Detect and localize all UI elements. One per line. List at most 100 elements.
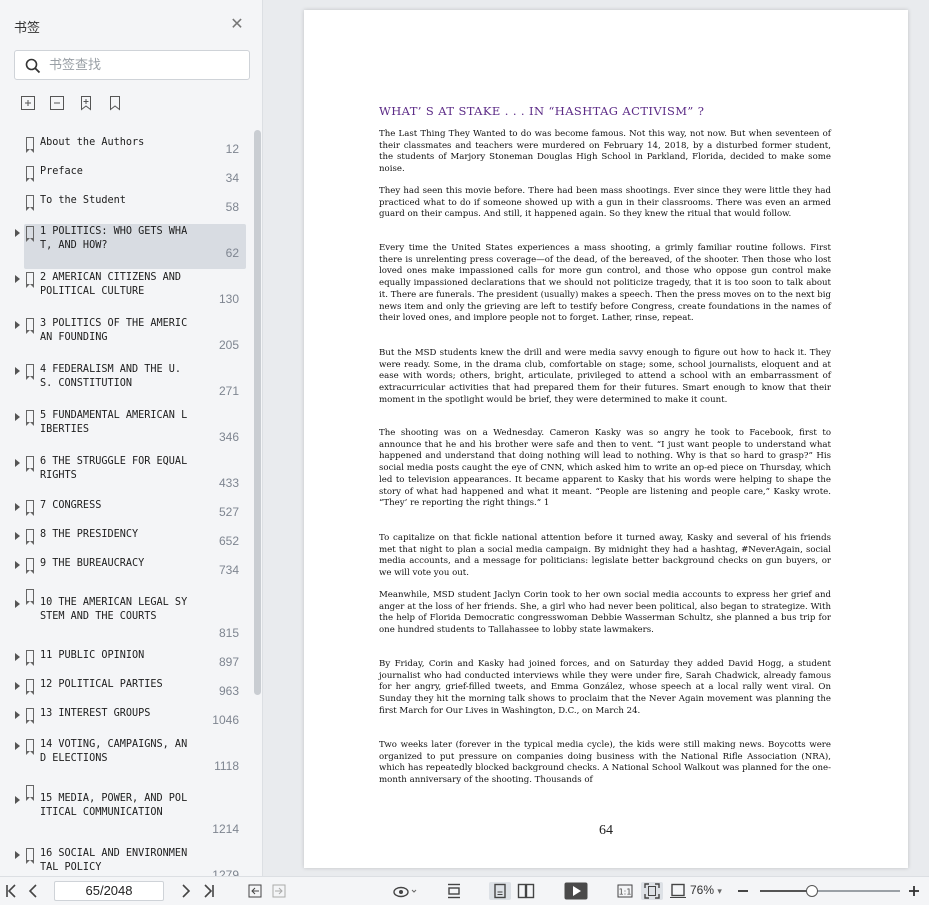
bookmark-label: 15 MEDIA, POWER, AND POLITICAL COMMUNICA…	[40, 793, 188, 818]
bookmark-flag-icon	[25, 318, 34, 334]
expand-arrow-icon[interactable]	[15, 600, 20, 608]
expand-arrow-icon[interactable]	[15, 711, 20, 719]
first-page-icon[interactable]	[3, 882, 19, 900]
bookmark-item[interactable]: 3 POLITICS OF THE AMERICAN FOUNDING 205	[0, 317, 252, 357]
two-page-view-icon[interactable]	[515, 882, 537, 900]
bookmark-page-number: 62	[225, 246, 239, 260]
bookmark-page-number: 1214	[212, 822, 239, 836]
bookmark-page-number: 734	[218, 563, 239, 577]
bookmark-item[interactable]: 6 THE STRUGGLE FOR EQUAL RIGHTS 433	[0, 455, 252, 495]
expand-arrow-icon[interactable]	[15, 459, 20, 467]
bookmark-label: 8 THE PRESIDENCY	[40, 529, 139, 540]
fit-width-icon[interactable]	[668, 882, 688, 900]
bookmark-item[interactable]: 2 AMERICAN CITIZENS AND POLITICAL CULTUR…	[0, 271, 252, 311]
bookmark-label: 3 POLITICS OF THE AMERICAN FOUNDING	[40, 318, 188, 343]
expand-arrow-icon[interactable]	[15, 229, 20, 237]
expand-arrow-icon[interactable]	[15, 851, 20, 859]
bookmark-page-number: 897	[218, 655, 239, 669]
bookmark-label: 4 FEDERALISM AND THE U.S. CONSTITUTION	[40, 364, 182, 389]
expand-arrow-icon[interactable]	[15, 275, 20, 283]
bookmark-flag-icon	[25, 500, 34, 516]
bookmark-label: 14 VOTING, CAMPAIGNS, AND ELECTIONS	[40, 739, 188, 764]
zoom-slider[interactable]	[760, 885, 900, 897]
bookmark-item[interactable]: 16 SOCIAL AND ENVIRONMENTAL POLICY 1279	[0, 847, 252, 876]
bookmark-label: 11 PUBLIC OPINION	[40, 650, 145, 661]
add-bookmark-icon[interactable]	[78, 95, 94, 111]
expand-arrow-icon[interactable]	[15, 742, 20, 750]
bookmark-flag-icon	[25, 166, 34, 182]
paragraph: The Last Thing They Wanted to do was bec…	[379, 129, 831, 175]
bookmark-page-number: 346	[218, 430, 239, 444]
bookmark-label: 7 CONGRESS	[40, 500, 102, 511]
bookmark-item[interactable]: 9 THE BUREAUCRACY 734	[0, 557, 252, 597]
prev-page-icon[interactable]	[25, 882, 41, 900]
bookmark-flag-icon	[25, 739, 34, 755]
bookmark-flag-icon	[25, 226, 34, 242]
bookmark-item[interactable]: 10 THE AMERICAN LEGAL SYSTEM AND THE COU…	[0, 589, 252, 640]
expand-arrow-icon[interactable]	[15, 796, 20, 804]
bookmark-flag-icon	[25, 679, 34, 695]
expand-arrow-icon[interactable]	[15, 503, 20, 511]
bookmark-flag-icon	[25, 848, 34, 864]
play-slideshow-icon[interactable]	[563, 882, 589, 900]
section-heading: WHAT’ S AT STAKE . . . IN “HASHTAG ACTIV…	[379, 104, 705, 118]
bookmark-toolbar	[20, 95, 123, 111]
bookmark-icon[interactable]	[107, 95, 123, 111]
forward-icon[interactable]	[271, 882, 287, 900]
expand-arrow-icon[interactable]	[15, 321, 20, 329]
bookmark-page-number: 58	[225, 200, 239, 214]
bookmark-label: 6 THE STRUGGLE FOR EQUAL RIGHTS	[40, 456, 194, 481]
eye-protection-icon[interactable]	[390, 882, 420, 900]
bookmark-flag-icon	[25, 410, 34, 426]
zoom-value: 76%	[690, 883, 715, 897]
next-page-icon[interactable]	[178, 882, 194, 900]
bookmark-flag-icon	[25, 708, 34, 724]
bookmark-search-input[interactable]	[49, 55, 239, 75]
bookmark-flag-icon	[25, 529, 34, 545]
back-icon[interactable]	[247, 882, 263, 900]
bookmark-page-number: 205	[218, 338, 239, 352]
page-number: 64	[599, 823, 613, 838]
bookmark-flag-icon	[25, 364, 34, 380]
expand-arrow-icon[interactable]	[15, 367, 20, 375]
zoom-slider-fill	[760, 890, 812, 892]
fit-page-icon[interactable]	[641, 882, 663, 900]
bookmark-page-number: 815	[218, 626, 239, 640]
bookmark-page-number: 34	[225, 171, 239, 185]
page-number-input[interactable]: 65/2048	[54, 881, 164, 901]
zoom-in-icon[interactable]	[907, 882, 921, 900]
close-icon[interactable]: ✕	[229, 17, 245, 33]
actual-size-icon[interactable]: 1:1	[615, 882, 635, 900]
collapse-all-icon[interactable]	[49, 95, 65, 111]
bookmark-item[interactable]: 15 MEDIA, POWER, AND POLITICAL COMMUNICA…	[0, 785, 252, 836]
expand-arrow-icon[interactable]	[15, 682, 20, 690]
expand-arrow-icon[interactable]	[15, 653, 20, 661]
bookmark-label: 2 AMERICAN CITIZENS AND POLITICAL CULTUR…	[40, 272, 188, 297]
bookmark-page-number: 652	[218, 534, 239, 548]
page-fit-icon[interactable]	[445, 882, 463, 900]
bookmark-item[interactable]: 14 VOTING, CAMPAIGNS, AND ELECTIONS 1118	[0, 738, 252, 778]
paragraph: Two weeks later (forever in the typical …	[379, 740, 831, 786]
bookmark-label: To the Student	[40, 195, 126, 206]
pdf-reader-window: 书签 ✕ About the Authors 12 Preface 34 To the …	[0, 0, 929, 905]
bookmark-search-box[interactable]	[14, 50, 250, 80]
bookmark-flag-icon	[25, 137, 34, 153]
zoom-slider-knob[interactable]	[805, 885, 818, 897]
panel-title: 书签	[14, 20, 41, 35]
document-viewer[interactable]: WHAT’ S AT STAKE . . . IN “HASHTAG ACTIV…	[264, 0, 929, 876]
expand-arrow-icon[interactable]	[15, 532, 20, 540]
expand-all-icon[interactable]	[20, 95, 36, 111]
zoom-level[interactable]: 76% ▾	[690, 883, 722, 897]
last-page-icon[interactable]	[201, 882, 217, 900]
single-page-view-icon[interactable]	[489, 882, 511, 900]
bookmark-item[interactable]: 1 POLITICS: WHO GETS WHAT, AND HOW? 62	[0, 224, 252, 269]
bookmark-item[interactable]: 5 FUNDAMENTAL AMERICAN LIBERTIES 346	[0, 409, 252, 449]
expand-arrow-icon[interactable]	[15, 413, 20, 421]
zoom-out-icon[interactable]	[736, 882, 750, 900]
bookmark-flag-icon	[25, 195, 34, 211]
sidebar-scrollbar[interactable]	[254, 130, 261, 695]
expand-arrow-icon[interactable]	[15, 561, 20, 569]
search-icon	[25, 58, 41, 74]
bookmark-item[interactable]: 4 FEDERALISM AND THE U.S. CONSTITUTION 27…	[0, 363, 252, 403]
bookmark-page-number: 1279	[212, 868, 239, 876]
